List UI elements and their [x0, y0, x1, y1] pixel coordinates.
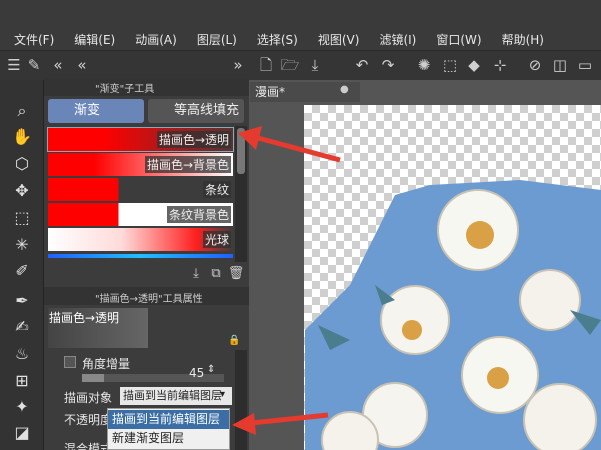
- angle-step-checkbox[interactable]: [64, 356, 76, 368]
- hand-icon[interactable]: ✋: [11, 126, 33, 148]
- fill-icon[interactable]: ◆: [464, 55, 484, 75]
- lock-icon[interactable]: 🔒: [228, 335, 240, 346]
- target-label: 描画对象: [64, 391, 113, 405]
- preset-label: 条纹背景色: [166, 206, 231, 223]
- expand-right-icon[interactable]: »: [228, 55, 248, 75]
- menu-edit[interactable]: 编辑(E): [74, 31, 115, 48]
- marquee-icon[interactable]: ⬚: [11, 207, 33, 229]
- sparkle-icon[interactable]: ✦: [11, 396, 33, 418]
- new-file-icon[interactable]: 🗋: [256, 55, 276, 75]
- subtool-panel-title: "渐变"子工具: [95, 84, 155, 95]
- menu-filter[interactable]: 滤镜(I): [379, 31, 416, 48]
- menu-animation[interactable]: 动画(A): [135, 31, 177, 48]
- import-icon[interactable]: ⤓: [186, 264, 206, 284]
- spin-icon[interactable]: ⇕: [207, 364, 215, 375]
- menu-layer[interactable]: 图层(L): [197, 31, 237, 48]
- preset-stripes[interactable]: 条纹: [48, 178, 233, 201]
- deselect-icon[interactable]: ⊘: [525, 55, 545, 75]
- pen-tool-icon[interactable]: ✒: [11, 290, 33, 312]
- menu-select[interactable]: 选择(S): [257, 31, 298, 48]
- menu-window[interactable]: 窗口(W): [436, 31, 481, 48]
- preset-stripes-background[interactable]: 条纹背景色: [48, 203, 233, 226]
- menu-view[interactable]: 视图(V): [318, 31, 360, 48]
- duplicate-icon[interactable]: ⧉: [206, 264, 226, 284]
- airbrush-icon[interactable]: ♨: [11, 343, 33, 365]
- collapse-left-icon-2[interactable]: «: [72, 55, 92, 75]
- preset-label: 描画色→透明: [156, 131, 231, 148]
- preset-scroll-thumb[interactable]: [237, 128, 245, 174]
- preset-partial-row: [48, 254, 233, 258]
- props-scrollbar[interactable]: [235, 350, 247, 450]
- blend-label: 混合模式: [64, 442, 113, 450]
- trash-icon[interactable]: 🗑: [226, 264, 246, 284]
- chevron-down-icon[interactable]: ▾: [220, 389, 225, 400]
- invert-select-icon[interactable]: ◫: [550, 55, 570, 75]
- opacity-label: 不透明度: [64, 413, 113, 427]
- tab-contour-fill[interactable]: 等高线填充: [148, 99, 244, 123]
- tab-gradient[interactable]: 渐变: [48, 99, 144, 123]
- zoom-icon[interactable]: ⌕: [11, 100, 33, 122]
- angle-step-label: 角度增量: [82, 357, 131, 371]
- move-icon[interactable]: ✥: [11, 180, 33, 202]
- save-icon[interactable]: ⤓: [305, 55, 325, 75]
- option-new-gradient-layer[interactable]: 新建渐变图层: [108, 429, 229, 448]
- crop-select-icon[interactable]: ▭: [575, 55, 595, 75]
- angle-step-slider-fill: [82, 374, 104, 382]
- stamp-icon[interactable]: ⊞: [11, 370, 33, 392]
- transform-icon[interactable]: ⊹: [490, 55, 510, 75]
- preset-label: 条纹: [202, 181, 231, 198]
- menu-bar: 文件(F) 编辑(E) 动画(A) 图层(L) 选择(S) 视图(V) 滤镜(I…: [0, 28, 601, 50]
- collapse-left-icon[interactable]: «: [48, 55, 68, 75]
- preset-color-to-background[interactable]: 描画色→背景色: [48, 153, 233, 176]
- menu-help[interactable]: 帮助(H): [502, 31, 544, 48]
- angle-step-value: 45: [189, 366, 205, 380]
- target-select[interactable]: 描画到当前编辑图层: [120, 387, 232, 405]
- title-bar: [0, 0, 601, 28]
- clear-icon[interactable]: ⬚: [440, 55, 460, 75]
- canvas-transparency[interactable]: [304, 105, 601, 450]
- tool-props-title: "描画色→透明"工具属性: [95, 294, 203, 305]
- menu-file[interactable]: 文件(F): [14, 31, 54, 48]
- preset-light-sphere[interactable]: 光球: [48, 228, 233, 251]
- redo-icon[interactable]: ↷: [378, 55, 398, 75]
- eyedropper-icon[interactable]: ✐: [11, 260, 33, 282]
- document-tab-label: 漫画*: [255, 85, 286, 99]
- option-current-layer[interactable]: 描画到当前编辑图层: [108, 410, 229, 429]
- brush-icon[interactable]: ✍: [11, 316, 33, 338]
- open-folder-icon[interactable]: 🗁: [280, 55, 300, 75]
- menu-lines-icon[interactable]: ☰: [4, 55, 24, 75]
- object-select-icon[interactable]: ⬡: [11, 153, 33, 175]
- preset-color-to-transparent[interactable]: 描画色→透明: [47, 127, 234, 152]
- preset-label: 光球: [202, 231, 231, 248]
- pen-icon[interactable]: ✎: [24, 55, 44, 75]
- magic-wand-icon[interactable]: ✳: [11, 234, 33, 256]
- preset-label: 描画色→背景色: [144, 156, 231, 173]
- loading-icon[interactable]: ✺: [414, 55, 434, 75]
- close-dot-icon[interactable]: ●: [340, 84, 349, 95]
- undo-icon[interactable]: ↶: [352, 55, 372, 75]
- preview-label: 描画色→透明: [49, 311, 120, 325]
- eraser-icon[interactable]: ◪: [11, 422, 33, 444]
